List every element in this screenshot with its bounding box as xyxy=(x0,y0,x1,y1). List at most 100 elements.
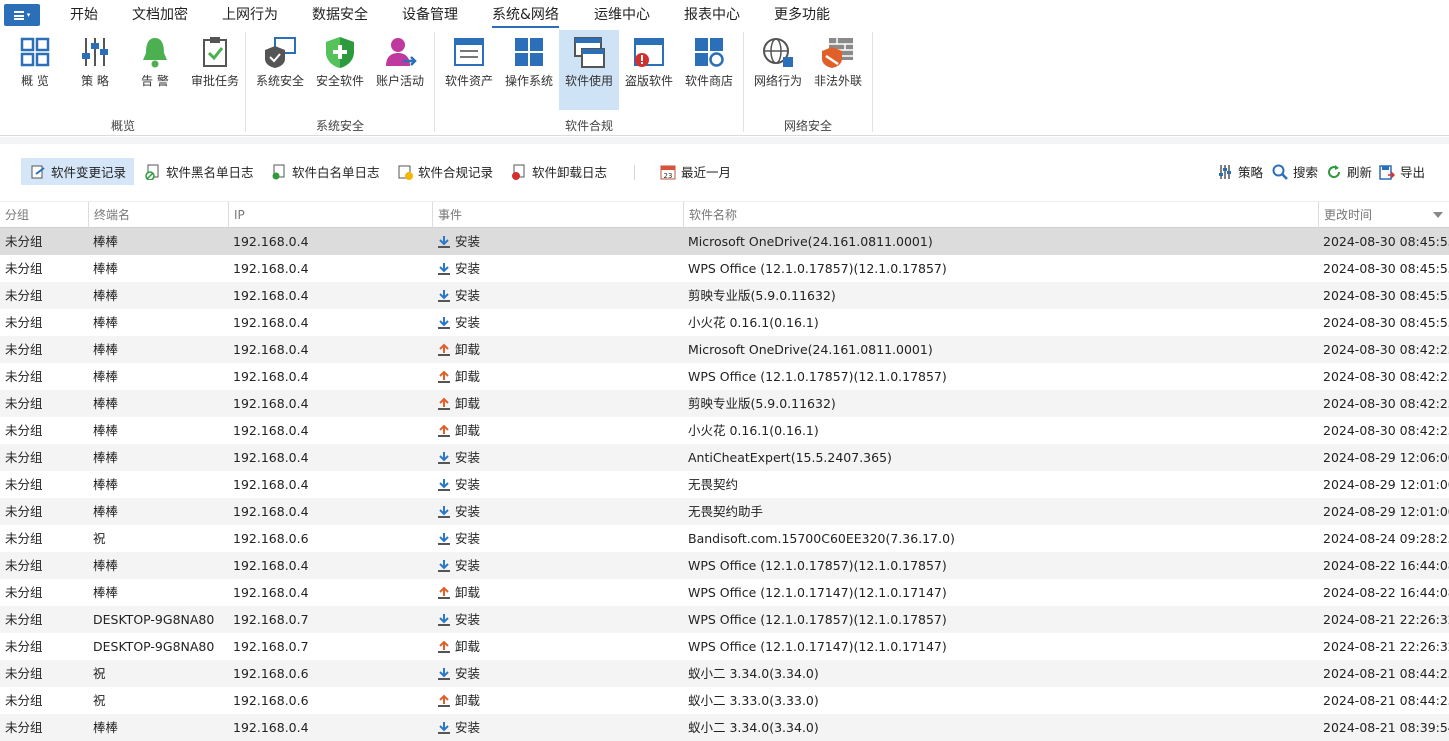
table-row[interactable]: 未分组 棒棒 192.168.0.4 卸载 Microsoft OneDrive(24.… xyxy=(0,336,1449,363)
table-row[interactable]: 未分组 棒棒 192.168.0.4 安装 Microsoft OneDrive(24.… xyxy=(0,228,1449,255)
ribbon-item-3[interactable]: 审批任务 xyxy=(186,30,244,110)
table-cell-ip: 192.168.0.4 xyxy=(233,396,309,411)
table-cell-software: 蚁小二 3.33.0(3.33.0) xyxy=(688,693,819,708)
ribbon-item-label: 概 览 xyxy=(21,74,49,88)
toolbar: 软件变更记录 软件黑名单日志 软件白名单日志 软件合规记录 软件卸载日志 23 最近一月… xyxy=(0,150,1449,194)
ribbon-item-9[interactable]: 软件使用 xyxy=(559,30,619,110)
table-cell-time: 2024-08-22 16:44:08 xyxy=(1323,585,1449,600)
software-store-icon xyxy=(692,35,726,69)
ribbon-item-12[interactable]: 网络行为 xyxy=(749,30,807,110)
table-cell-time: 2024-08-21 08:44:25 xyxy=(1323,693,1449,708)
software-change-table: 分组 终端名 IP 事件 软件名称 更改时间 未分组 棒棒 192.168.0.4 安装 Micr… xyxy=(0,201,1449,741)
date-filter-button[interactable]: 23 最近一月 xyxy=(651,158,739,185)
ribbon-item-8[interactable]: 操作系统 xyxy=(500,30,558,110)
table-row[interactable]: 未分组 DESKTOP-9G8NA80 192.168.0.7 安装 WPS Offic… xyxy=(0,606,1449,633)
event-label: 安装 xyxy=(455,504,481,519)
menu-tab-6[interactable]: 运维中心 xyxy=(594,6,650,28)
column-header-3[interactable]: 事件 xyxy=(432,202,683,228)
table-cell-time: 2024-08-30 08:42:23 xyxy=(1323,396,1449,411)
install-arrow-icon xyxy=(437,717,451,734)
table-row[interactable]: 未分组 棒棒 192.168.0.4 卸载 小火花 0.16.1(0.16.1) 2024… xyxy=(0,417,1449,444)
table-row[interactable]: 未分组 棒棒 192.168.0.4 安装 无畏契约助手 2024-08-29 12:01… xyxy=(0,498,1449,525)
table-row[interactable]: 未分组 棒棒 192.168.0.4 安装 WPS Office (12.1.0.178… xyxy=(0,552,1449,579)
menu-tab-1[interactable]: 文档加密 xyxy=(132,6,188,28)
ribbon-item-2[interactable]: 告 警 xyxy=(126,30,184,110)
table-row[interactable]: 未分组 棒棒 192.168.0.4 安装 剪映专业版(5.9.0.11632) 2024… xyxy=(0,282,1449,309)
toolbar-search-button[interactable]: 搜索 xyxy=(1263,158,1320,185)
ribbon-item-1[interactable]: 策 略 xyxy=(66,30,124,110)
toolbar-policy-button[interactable]: 策略 xyxy=(1208,158,1265,185)
uninstall-arrow-icon xyxy=(437,420,451,437)
table-cell-time: 2024-08-24 09:28:25 xyxy=(1323,531,1449,546)
search-icon xyxy=(1272,164,1288,180)
menu-tab-4[interactable]: 设备管理 xyxy=(402,6,458,28)
table-row[interactable]: 未分组 棒棒 192.168.0.4 卸载 WPS Office (12.1.0.171… xyxy=(0,579,1449,606)
menu-tab-3[interactable]: 数据安全 xyxy=(312,6,368,28)
ribbon-item-11[interactable]: 软件商店 xyxy=(680,30,738,110)
column-header-0[interactable]: 分组 xyxy=(0,202,88,228)
column-header-2[interactable]: IP xyxy=(228,202,432,228)
security-shield-icon xyxy=(323,35,357,69)
hamburger-icon xyxy=(13,10,24,20)
table-cell-event: 安装 xyxy=(432,255,683,282)
table-cell-terminal: 棒棒 xyxy=(93,504,119,519)
table-cell-group: 未分组 xyxy=(5,342,43,357)
table-cell-terminal: 棒棒 xyxy=(93,477,119,492)
ribbon-item-5[interactable]: 安全软件 xyxy=(311,30,369,110)
firewall-icon xyxy=(821,35,855,69)
table-row[interactable]: 未分组 棒棒 192.168.0.4 卸载 WPS Office (12.1.0.178… xyxy=(0,363,1449,390)
ribbon-item-10[interactable]: 盗版软件 xyxy=(620,30,678,110)
table-cell-event: 安装 xyxy=(432,309,683,336)
menu-tab-5[interactable]: 系统&网络 xyxy=(492,6,559,28)
ribbon-item-6[interactable]: 账户活动 xyxy=(371,30,429,110)
date-filter-label: 最近一月 xyxy=(681,165,732,180)
menu-tab-7[interactable]: 报表中心 xyxy=(684,6,740,28)
toolbar-export-button[interactable]: 导出 xyxy=(1370,158,1427,185)
table-row[interactable]: 未分组 DESKTOP-9G8NA80 192.168.0.7 卸载 WPS Offic… xyxy=(0,633,1449,660)
toolbar-button-2[interactable]: 软件白名单日志 xyxy=(262,158,388,185)
event-label: 卸载 xyxy=(455,369,481,384)
toolbar-button-1[interactable]: 软件黑名单日志 xyxy=(136,158,262,185)
table-cell-software: 小火花 0.16.1(0.16.1) xyxy=(688,423,819,438)
table-cell-ip: 192.168.0.4 xyxy=(233,450,309,465)
table-cell-time: 2024-08-29 12:01:00 xyxy=(1323,477,1449,492)
table-cell-time: 2024-08-29 12:06:00 xyxy=(1323,450,1449,465)
column-header-5[interactable]: 更改时间 xyxy=(1318,202,1449,228)
ribbon-item-13[interactable]: 非法外联 xyxy=(809,30,867,110)
ribbon-item-7[interactable]: 软件资产 xyxy=(440,30,498,110)
table-row[interactable]: 未分组 祝 192.168.0.6 安装 蚁小二 3.34.0(3.34.0) 2024-… xyxy=(0,660,1449,687)
table-cell-ip: 192.168.0.7 xyxy=(233,639,309,654)
menu-tab-2[interactable]: 上网行为 xyxy=(222,6,278,28)
toolbar-button-label: 软件黑名单日志 xyxy=(166,165,254,180)
column-header-1[interactable]: 终端名 xyxy=(88,202,228,228)
event-label: 安装 xyxy=(455,477,481,492)
table-row[interactable]: 未分组 棒棒 192.168.0.4 卸载 剪映专业版(5.9.0.11632) 2024… xyxy=(0,390,1449,417)
table-row[interactable]: 未分组 祝 192.168.0.6 安装 Bandisoft.com.15700C60E… xyxy=(0,525,1449,552)
table-row[interactable]: 未分组 棒棒 192.168.0.4 安装 小火花 0.16.1(0.16.1) 2024… xyxy=(0,309,1449,336)
table-header: 分组 终端名 IP 事件 软件名称 更改时间 xyxy=(0,201,1449,228)
table-cell-group: 未分组 xyxy=(5,261,43,276)
table-row[interactable]: 未分组 祝 192.168.0.6 卸载 蚁小二 3.33.0(3.33.0) 2024-… xyxy=(0,687,1449,714)
menu-tab-0[interactable]: 开始 xyxy=(70,6,98,28)
toolbar-button-0[interactable]: 软件变更记录 xyxy=(21,158,135,185)
toolbar-button-4[interactable]: 软件卸载日志 xyxy=(502,158,615,185)
menu-bar: ▾ 开始 文档加密 上网行为 数据安全 设备管理 系统&网络 运维中心 报表中心 更多功能 xyxy=(0,0,1449,30)
table-cell-ip: 192.168.0.6 xyxy=(233,693,309,708)
toolbar-button-label: 软件合规记录 xyxy=(418,165,494,180)
column-header-4[interactable]: 软件名称 xyxy=(683,202,1318,228)
table-cell-group: 未分组 xyxy=(5,504,43,519)
table-row[interactable]: 未分组 棒棒 192.168.0.4 安装 WPS Office (12.1.0.178… xyxy=(0,255,1449,282)
table-cell-terminal: DESKTOP-9G8NA80 xyxy=(93,612,215,627)
app-menu-button[interactable]: ▾ xyxy=(4,4,40,26)
table-cell-ip: 192.168.0.4 xyxy=(233,504,309,519)
toolbar-refresh-button[interactable]: 刷新 xyxy=(1317,158,1374,185)
menu-tab-8[interactable]: 更多功能 xyxy=(774,6,830,28)
toolbar-button-3[interactable]: 软件合规记录 xyxy=(388,158,501,185)
table-cell-software: 无畏契约 xyxy=(688,477,739,492)
table-row[interactable]: 未分组 棒棒 192.168.0.4 安装 AntiCheatExpert(15.5.2… xyxy=(0,444,1449,471)
ribbon-item-4[interactable]: 系统安全 xyxy=(251,30,309,110)
install-arrow-icon xyxy=(437,474,451,491)
table-row[interactable]: 未分组 棒棒 192.168.0.4 安装 无畏契约 2024-08-29 12:01:0… xyxy=(0,471,1449,498)
install-arrow-icon xyxy=(437,312,451,329)
ribbon-item-0[interactable]: 概 览 xyxy=(6,30,64,110)
